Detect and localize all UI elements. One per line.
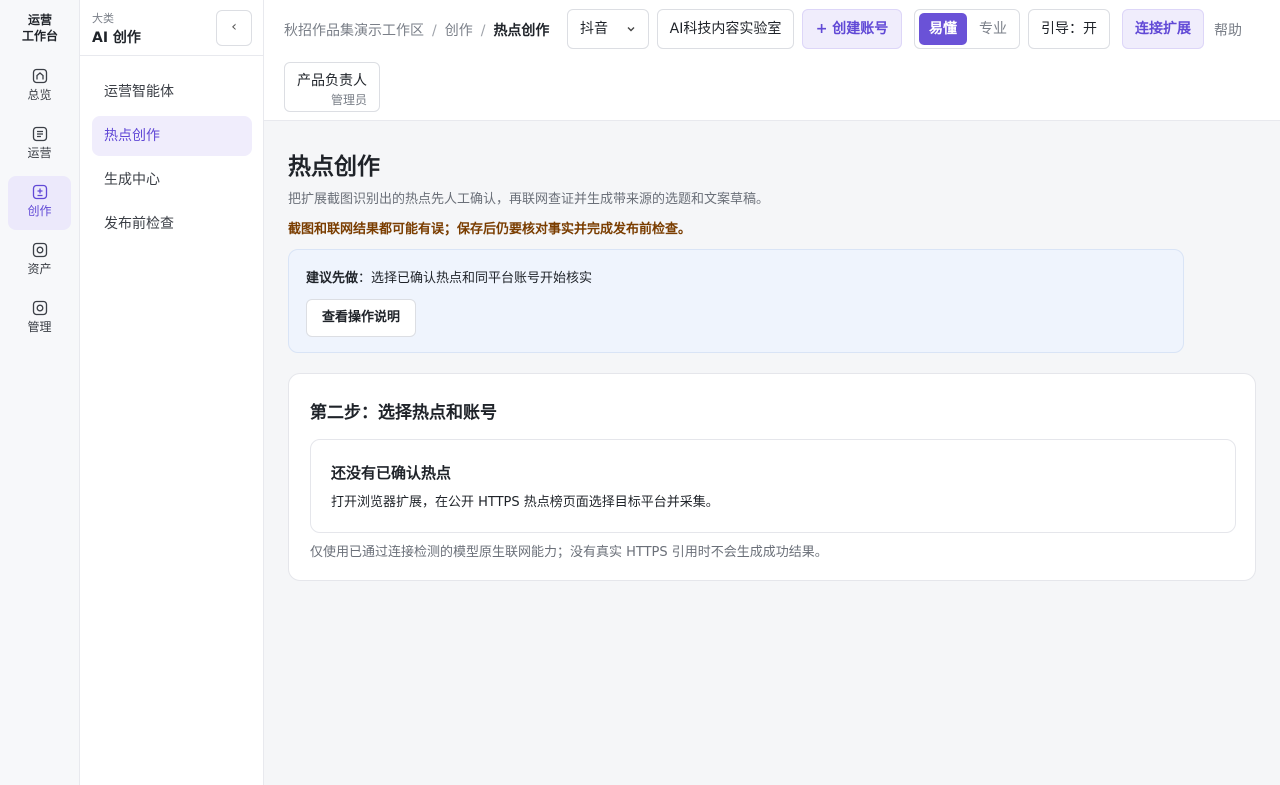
app-rail: 运营 工作台 总览 运营 创作 资产 管理: [0, 0, 80, 785]
sidebar-category: 大类: [92, 12, 114, 25]
suggestion-text: 建议先做：选择已确认热点和同平台账号开始核实: [306, 267, 592, 286]
mode-toggle: 易懂 专业: [914, 9, 1020, 49]
sidebar-item-prepublish[interactable]: 发布前检查: [92, 204, 252, 244]
chevron-down-icon: [626, 10, 636, 48]
top-bar: 秋招作品集演示工作区 / 创作 / 热点创作 抖音 AI科技内容实验室 + 创建账号 易…: [264, 0, 1280, 121]
page-warning: 截图和联网结果都可能有误；保存后仍要核对事实并完成发布前检查。: [288, 222, 692, 237]
brand-line-2: 工作台: [21, 29, 58, 43]
collapse-sidebar-button[interactable]: ‹: [216, 10, 252, 46]
user-menu[interactable]: 产品负责人 管理员: [284, 62, 380, 112]
sidebar-item-hot-topic[interactable]: 热点创作: [92, 116, 252, 156]
mode-easy-option[interactable]: 易懂: [919, 13, 967, 45]
sidebar-title: AI 创作: [92, 30, 141, 46]
rail-item-operations[interactable]: 运营: [8, 118, 71, 172]
rail-label-overview: 总览: [27, 88, 52, 102]
list-icon: [32, 126, 47, 142]
sidebar-item-agent[interactable]: 运营智能体: [92, 72, 252, 112]
breadcrumb: 秋招作品集演示工作区 / 创作 / 热点创作: [284, 20, 549, 40]
guide-toggle-button[interactable]: 引导：开: [1028, 9, 1110, 49]
connect-extension-button[interactable]: 连接扩展: [1122, 9, 1204, 49]
rail-item-assets[interactable]: 资产: [8, 234, 71, 288]
step-card: 第二步：选择热点和账号 还没有已确认热点 打开浏览器扩展，在公开 HTTPS 热…: [288, 373, 1256, 581]
rail-label-create: 创作: [27, 204, 52, 218]
suggestion-body: ：选择已确认热点和同平台账号开始核实: [358, 271, 593, 286]
app-brand: 运营 工作台: [0, 12, 80, 44]
create-account-button[interactable]: + 创建账号: [802, 9, 902, 49]
rail-item-create[interactable]: 创作: [8, 176, 71, 230]
create-icon: [32, 184, 47, 200]
breadcrumb-create[interactable]: 创作: [445, 23, 473, 39]
view-instructions-button[interactable]: 查看操作说明: [306, 299, 416, 337]
rail-item-overview[interactable]: 总览: [8, 60, 71, 114]
sidebar-item-generation[interactable]: 生成中心: [92, 160, 252, 200]
breadcrumb-current: 热点创作: [493, 23, 550, 39]
platform-select-value: 抖音: [580, 21, 608, 37]
suggestion-card: 建议先做：选择已确认热点和同平台账号开始核实 查看操作说明: [288, 249, 1184, 353]
chevron-left-icon: ‹: [231, 19, 237, 35]
asset-icon: [32, 242, 47, 258]
rail-label-operations: 运营: [27, 146, 52, 160]
account-button[interactable]: AI科技内容实验室: [657, 9, 794, 49]
empty-state-title: 还没有已确认热点: [331, 464, 452, 482]
admin-icon: [32, 300, 47, 316]
brand-line-1: 运营: [27, 13, 52, 27]
user-role: 产品负责人: [297, 73, 367, 89]
sidebar-header: 大类 AI 创作 ‹: [80, 0, 263, 56]
suggestion-label: 建议先做: [306, 271, 359, 286]
rail-label-admin: 管理: [27, 320, 52, 334]
page-description: 把扩展截图识别出的热点先人工确认，再联网查证并生成带来源的选题和文案草稿。: [288, 192, 770, 207]
page-title: 热点创作: [288, 154, 380, 180]
step-note: 仅使用已通过连接检测的模型原生联网能力；没有真实 HTTPS 引用时不会生成成功…: [310, 545, 828, 560]
step-title: 第二步：选择热点和账号: [310, 403, 497, 423]
section-sidebar: 大类 AI 创作 ‹ 运营智能体 热点创作 生成中心 发布前检查: [80, 0, 264, 785]
rail-label-assets: 资产: [27, 262, 52, 276]
platform-select[interactable]: 抖音: [567, 9, 649, 49]
rail-item-admin[interactable]: 管理: [8, 292, 71, 346]
home-icon: [32, 68, 47, 84]
help-link[interactable]: 帮助: [1214, 20, 1242, 40]
breadcrumb-workspace[interactable]: 秋招作品集演示工作区: [284, 23, 424, 39]
empty-state-description: 打开浏览器扩展，在公开 HTTPS 热点榜页面选择目标平台并采集。: [331, 495, 719, 510]
empty-state: 还没有已确认热点 打开浏览器扩展，在公开 HTTPS 热点榜页面选择目标平台并采…: [310, 439, 1236, 533]
breadcrumb-separator: /: [432, 23, 437, 39]
user-permission: 管理员: [330, 93, 367, 107]
mode-pro-option[interactable]: 专业: [969, 13, 1017, 45]
breadcrumb-separator: /: [480, 23, 486, 39]
